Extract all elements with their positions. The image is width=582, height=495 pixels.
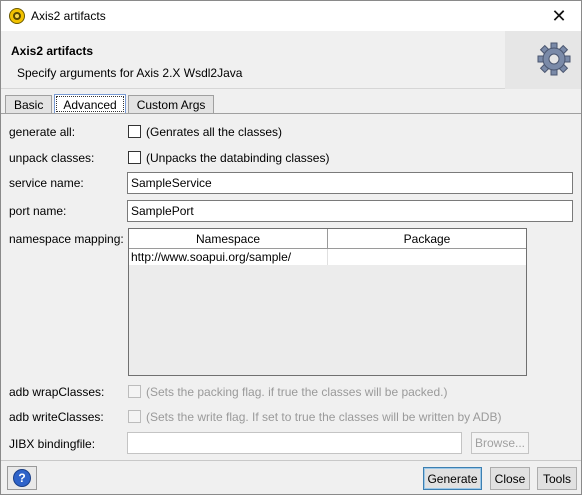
namespace-mapping-table[interactable]: Namespace Package http://www.soapui.org/… bbox=[128, 228, 527, 376]
title-bar: Axis2 artifacts ✕ bbox=[1, 1, 581, 31]
adb-write-classes-checkbox[interactable] bbox=[128, 410, 141, 423]
generate-button[interactable]: Generate bbox=[423, 467, 482, 490]
advanced-panel: generate all: (Genrates all the classes)… bbox=[1, 113, 581, 460]
close-window-button[interactable]: ✕ bbox=[537, 1, 581, 31]
tools-button[interactable]: Tools bbox=[537, 467, 577, 490]
adb-wrap-classes-checkbox[interactable] bbox=[128, 385, 141, 398]
unpack-classes-checkbox[interactable] bbox=[128, 151, 141, 164]
namespace-mapping-label: namespace mapping: bbox=[9, 232, 124, 246]
column-header-namespace[interactable]: Namespace bbox=[129, 229, 328, 248]
adb-wrap-classes-label: adb wrapClasses: bbox=[9, 385, 105, 399]
adb-wrap-classes-description: (Sets the packing flag. if true the clas… bbox=[146, 385, 448, 399]
header-subtitle: Specify arguments for Axis 2.X Wsdl2Java bbox=[17, 66, 243, 80]
tab-strip: Basic Advanced Custom Args bbox=[5, 94, 216, 114]
unpack-classes-description: (Unpacks the databinding classes) bbox=[146, 151, 330, 165]
jibx-bindingfile-input[interactable] bbox=[127, 432, 462, 454]
header-banner: Axis2 artifacts Specify arguments for Ax… bbox=[1, 31, 581, 89]
generate-all-description: (Genrates all the classes) bbox=[146, 125, 283, 139]
help-icon: ? bbox=[13, 469, 31, 487]
dialog-footer: ? Generate Close Tools bbox=[1, 460, 581, 494]
table-header: Namespace Package bbox=[129, 229, 526, 249]
tab-advanced[interactable]: Advanced bbox=[54, 94, 126, 114]
gear-icon bbox=[537, 42, 571, 76]
service-name-input[interactable]: SampleService bbox=[127, 172, 573, 194]
close-icon: ✕ bbox=[551, 5, 567, 26]
adb-write-classes-description: (Sets the write flag. If set to true the… bbox=[146, 410, 502, 424]
jibx-bindingfile-label: JIBX bindingfile: bbox=[9, 437, 96, 451]
tab-basic[interactable]: Basic bbox=[5, 95, 53, 114]
header-title: Axis2 artifacts bbox=[11, 44, 94, 58]
service-name-label: service name: bbox=[9, 176, 84, 190]
package-cell[interactable] bbox=[328, 249, 526, 265]
dialog-window: Axis2 artifacts ✕ Axis2 artifacts Specif… bbox=[0, 0, 582, 495]
help-button[interactable]: ? bbox=[7, 466, 37, 490]
column-header-package[interactable]: Package bbox=[328, 229, 526, 248]
browse-button[interactable]: Browse... bbox=[471, 432, 529, 454]
generate-all-checkbox[interactable] bbox=[128, 125, 141, 138]
generate-all-label: generate all: bbox=[9, 125, 76, 139]
port-name-input[interactable]: SamplePort bbox=[127, 200, 573, 222]
axis2-app-icon bbox=[9, 8, 25, 24]
adb-write-classes-label: adb writeClasses: bbox=[9, 410, 104, 424]
table-row[interactable]: http://www.soapui.org/sample/ bbox=[129, 249, 526, 265]
close-button[interactable]: Close bbox=[490, 467, 530, 490]
window-title: Axis2 artifacts bbox=[31, 9, 106, 23]
tab-custom-args[interactable]: Custom Args bbox=[127, 95, 215, 114]
unpack-classes-label: unpack classes: bbox=[9, 151, 95, 165]
port-name-label: port name: bbox=[9, 204, 67, 218]
namespace-cell[interactable]: http://www.soapui.org/sample/ bbox=[129, 249, 328, 265]
